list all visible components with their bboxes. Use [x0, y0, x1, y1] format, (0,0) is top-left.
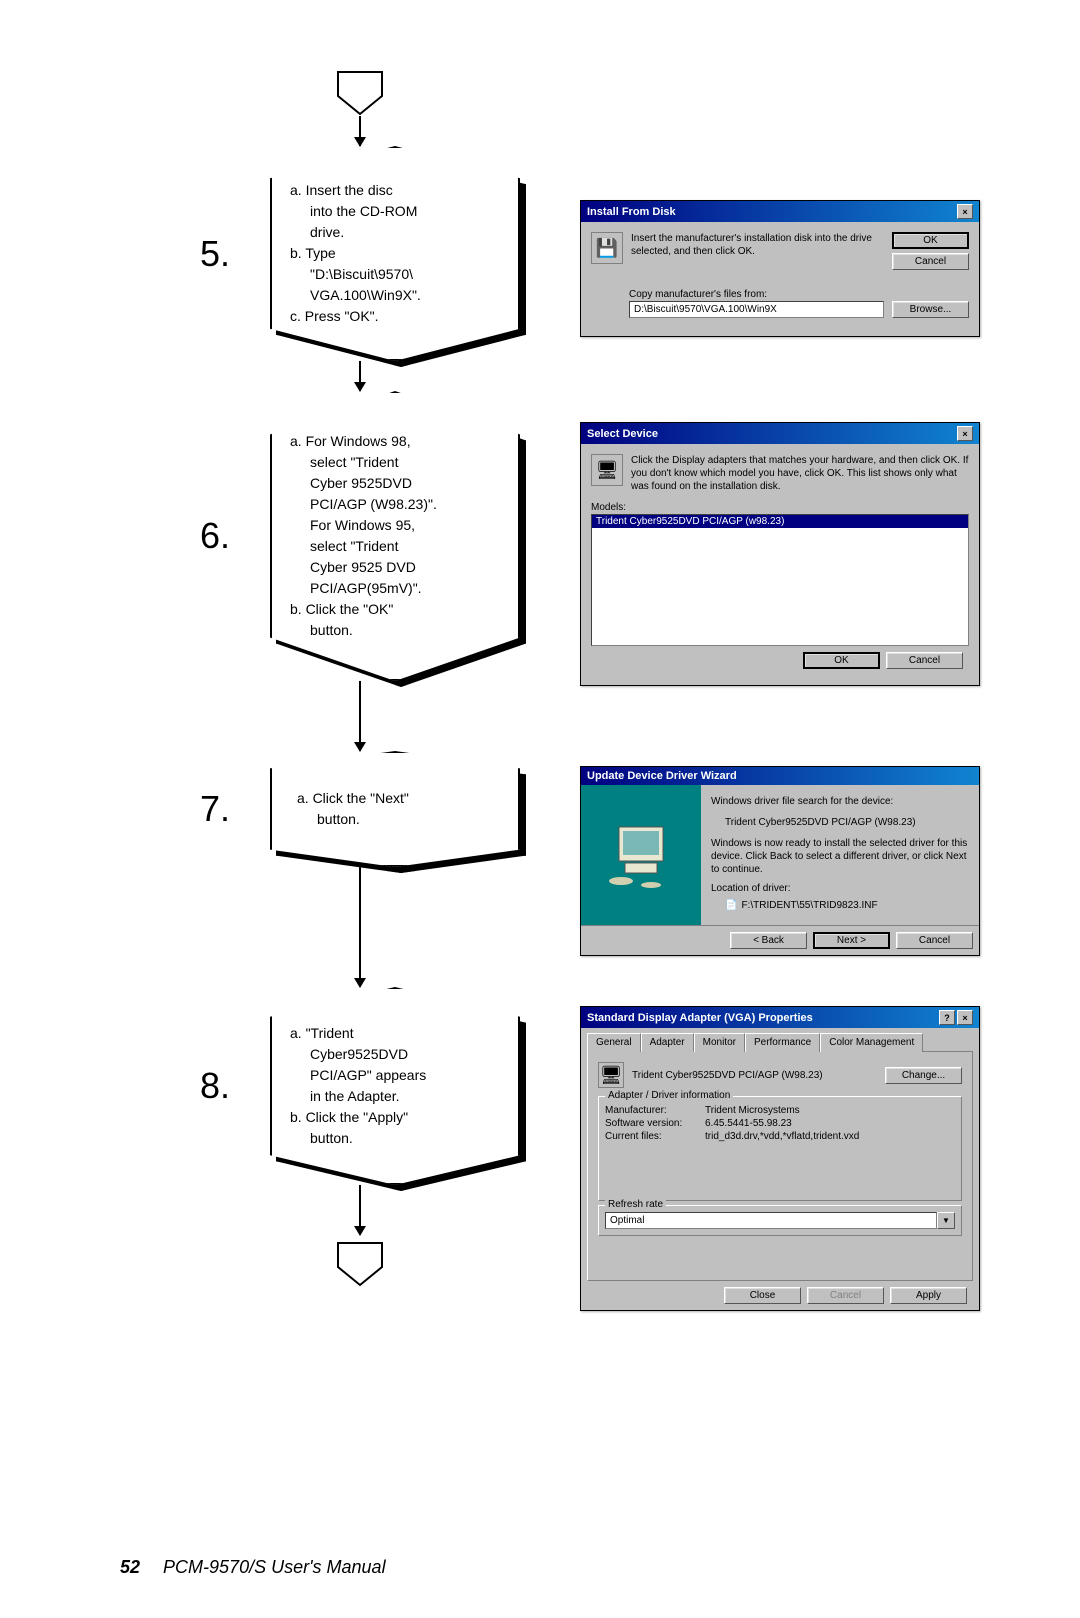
close-button[interactable]: Close: [724, 1287, 801, 1304]
cancel-button: Cancel: [807, 1287, 884, 1304]
location-label: Location of driver:: [711, 882, 969, 895]
ok-button[interactable]: OK: [892, 232, 969, 249]
titlebar: Install From Disk ×: [581, 201, 979, 222]
file-icon: 📄: [725, 899, 737, 912]
close-icon[interactable]: ×: [957, 204, 973, 219]
screenshots-column: Install From Disk × 💾 Insert the manufac…: [580, 200, 980, 1341]
refresh-rate-value: Optimal: [605, 1212, 937, 1229]
cancel-button[interactable]: Cancel: [896, 932, 973, 949]
help-icon[interactable]: ?: [939, 1010, 955, 1025]
install-from-disk-dialog: Install From Disk × 💾 Insert the manufac…: [580, 200, 980, 337]
manual-title: PCM-9570/S User's Manual: [163, 1557, 386, 1577]
mfr-value: Trident Microsystems: [705, 1105, 800, 1116]
flow-line: [359, 681, 361, 751]
step-5-box: a. Insert the disc into the CD-ROM drive…: [270, 146, 520, 361]
titlebar: Select Device ×: [581, 423, 979, 444]
refresh-rate-dropdown[interactable]: Optimal ▼: [605, 1212, 955, 1229]
next-button[interactable]: Next >: [813, 932, 890, 949]
manual-page: 5. a. Insert the disc into the CD-ROM dr…: [0, 0, 1080, 1618]
dialog-message: Click the Display adapters that matches …: [631, 454, 969, 493]
step-5: 5. a. Insert the disc into the CD-ROM dr…: [200, 146, 520, 361]
step-number: 7.: [200, 788, 260, 830]
tab-adapter[interactable]: Adapter: [641, 1033, 694, 1052]
group-label: Adapter / Driver information: [605, 1090, 733, 1101]
step-number: 6.: [200, 515, 260, 557]
step-8-box: a. "Trident Cyber9525DVD PCI/AGP" appear…: [270, 987, 520, 1185]
display-icon: 🖥: [591, 454, 623, 486]
titlebar: Standard Display Adapter (VGA) Propertie…: [581, 1007, 979, 1028]
ok-button[interactable]: OK: [803, 652, 880, 669]
driver-path: F:\TRIDENT\55\TRID9823.INF: [741, 899, 877, 912]
close-icon[interactable]: ×: [957, 426, 973, 441]
tab-performance[interactable]: Performance: [745, 1033, 820, 1052]
connector-out-icon: [330, 1241, 390, 1287]
group-label: Refresh rate: [605, 1199, 666, 1210]
wizard-text: Windows is now ready to install the sele…: [711, 837, 969, 876]
copy-from-label: Copy manufacturer's files from:: [629, 288, 969, 301]
browse-button[interactable]: Browse...: [892, 301, 969, 318]
dialog-message: Insert the manufacturer's installation d…: [631, 232, 884, 258]
adapter-icon: 🖥: [598, 1062, 624, 1088]
step-number: 5.: [200, 233, 260, 275]
page-number: 52: [120, 1557, 140, 1577]
tab-monitor[interactable]: Monitor: [694, 1033, 745, 1052]
tabs: General Adapter Monitor Performance Colo…: [587, 1032, 973, 1052]
flowchart-column: 5. a. Insert the disc into the CD-ROM dr…: [200, 70, 520, 1287]
step-8: 8. a. "Trident Cyber9525DVD PCI/AGP" app…: [200, 987, 520, 1185]
refresh-rate-group: Refresh rate Optimal ▼: [598, 1205, 962, 1236]
wizard-text: Windows driver file search for the devic…: [711, 795, 969, 808]
select-device-dialog: Select Device × 🖥 Click the Display adap…: [580, 422, 980, 686]
disk-icon: 💾: [591, 232, 623, 264]
dialog-title: Select Device: [587, 428, 658, 440]
cancel-button[interactable]: Cancel: [892, 253, 969, 270]
tab-general[interactable]: General: [587, 1033, 641, 1052]
chevron-down-icon[interactable]: ▼: [937, 1212, 955, 1229]
cancel-button[interactable]: Cancel: [886, 652, 963, 669]
dialog-title: Standard Display Adapter (VGA) Propertie…: [587, 1012, 813, 1024]
tab-color-management[interactable]: Color Management: [820, 1033, 923, 1052]
connector-in-icon: [330, 70, 390, 116]
wizard-graphic: [581, 785, 701, 925]
files-label: Current files:: [605, 1131, 705, 1142]
models-listbox[interactable]: Trident Cyber9525DVD PCI/AGP (w98.23): [591, 514, 969, 646]
path-input[interactable]: D:\Biscuit\9570\VGA.100\Win9X: [629, 301, 884, 318]
list-item[interactable]: Trident Cyber9525DVD PCI/AGP (w98.23): [592, 515, 968, 528]
step-number: 8.: [200, 1065, 260, 1107]
adapter-name: Trident Cyber9525DVD PCI/AGP (W98.23): [632, 1069, 877, 1082]
change-button[interactable]: Change...: [885, 1067, 962, 1084]
step-6: 6. a. For Windows 98, select "Trident Cy…: [200, 391, 520, 681]
flow-line: [359, 867, 361, 987]
update-driver-wizard-dialog: Update Device Driver Wizard Windows driv…: [580, 766, 980, 956]
models-label: Models:: [591, 501, 969, 514]
display-properties-dialog: Standard Display Adapter (VGA) Propertie…: [580, 1006, 980, 1311]
step-6-box: a. For Windows 98, select "Trident Cyber…: [270, 391, 520, 681]
dialog-title: Install From Disk: [587, 206, 676, 218]
close-icon[interactable]: ×: [957, 1010, 973, 1025]
mfr-label: Manufacturer:: [605, 1105, 705, 1116]
titlebar: Update Device Driver Wizard: [581, 767, 979, 785]
dialog-title: Update Device Driver Wizard: [587, 770, 737, 782]
step-7-box: a. Click the "Next" button.: [270, 751, 520, 867]
back-button[interactable]: < Back: [730, 932, 807, 949]
sw-label: Software version:: [605, 1118, 705, 1129]
apply-button[interactable]: Apply: [890, 1287, 967, 1304]
step-7: 7. a. Click the "Next" button.: [200, 751, 520, 867]
files-value: trid_d3d.drv,*vdd,*vflatd,trident.vxd: [705, 1131, 859, 1142]
sw-value: 6.45.5441-55.98.23: [705, 1118, 792, 1129]
device-name: Trident Cyber9525DVD PCI/AGP (W98.23): [725, 816, 969, 829]
adapter-info-group: Adapter / Driver information Manufacture…: [598, 1096, 962, 1201]
page-footer: 52 PCM-9570/S User's Manual: [120, 1557, 386, 1578]
